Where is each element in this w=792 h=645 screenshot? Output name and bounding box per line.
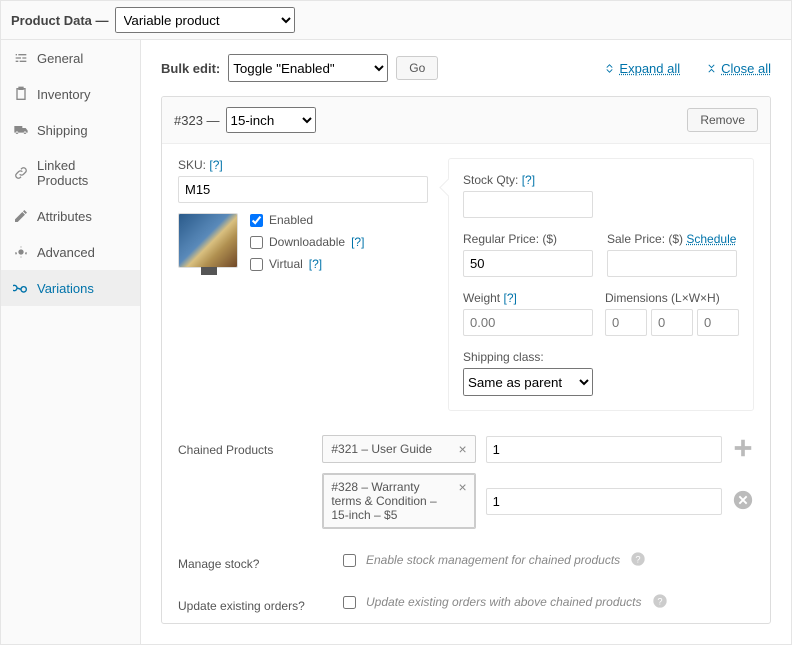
weight-input[interactable] [463,309,593,336]
stock-qty-input[interactable] [463,191,593,218]
sku-input[interactable] [178,176,428,203]
sidebar-item-shipping[interactable]: Shipping [1,112,140,148]
shipping-class-select[interactable]: Same as parent [463,368,593,396]
sidebar-item-label: Shipping [37,123,88,138]
product-type-select[interactable]: Variable product [115,7,295,33]
sidebar-item-label: Advanced [37,245,95,260]
enabled-checkbox-label[interactable]: Enabled [250,213,364,227]
sidebar-item-label: Variations [37,281,94,296]
regular-price-input[interactable] [463,250,593,277]
downloadable-checkbox-label[interactable]: Downloadable [?] [250,235,364,249]
sale-price-label: Sale Price: ($) Schedule [607,232,739,246]
manage-stock-label: Manage stock? [178,549,333,571]
sidebar-item-label: Attributes [37,209,92,224]
bulk-action-select[interactable]: Toggle "Enabled" [228,54,388,82]
chained-qty-input[interactable] [486,488,722,515]
stock-qty-label: Stock Qty: [?] [463,173,739,187]
dim-height-input[interactable] [697,309,739,336]
enabled-checkbox[interactable] [250,214,263,227]
variation-thumbnail[interactable] [178,213,238,268]
sale-price-input[interactable] [607,250,737,277]
sidebar-item-label: Linked Products [37,158,128,188]
chained-qty-input[interactable] [486,436,722,463]
update-orders-label: Update existing orders? [178,591,333,613]
sidebar: General Inventory Shipping Linked Produc… [1,40,141,644]
infinity-icon [13,280,29,296]
variation-attribute-select[interactable]: 15-inch [226,107,316,133]
panel-title: Product Data — [11,13,109,28]
close-all-link[interactable]: Close all [706,61,771,76]
sidebar-item-label: General [37,51,83,66]
truck-icon [13,122,29,138]
dimensions-label: Dimensions (L×W×H) [605,291,739,305]
chip-remove-icon[interactable]: × [452,442,466,456]
manage-stock-desc: Enable stock management for chained prod… [366,553,620,567]
svg-text:?: ? [657,596,662,606]
expand-icon [604,63,615,74]
weight-label: Weight [?] [463,291,593,305]
manage-stock-checkbox[interactable] [343,554,356,567]
help-icon[interactable]: [?] [522,173,535,187]
variation-id: #323 — [174,113,220,128]
expand-all-link[interactable]: Expand all [604,61,680,76]
update-orders-desc: Update existing orders with above chaine… [366,595,642,609]
help-icon[interactable]: [?] [209,158,222,172]
sidebar-item-variations[interactable]: Variations [1,270,140,306]
help-icon[interactable]: [?] [503,291,516,305]
remove-variation-button[interactable]: Remove [687,108,758,132]
bulk-edit-label: Bulk edit: [161,61,220,76]
sidebar-item-advanced[interactable]: Advanced [1,234,140,270]
regular-price-label: Regular Price: ($) [463,232,595,246]
chip-remove-icon[interactable]: × [452,480,466,494]
svg-text:?: ? [636,554,641,564]
update-orders-checkbox[interactable] [343,596,356,609]
help-icon[interactable]: ? [652,593,668,612]
sku-label: SKU: [?] [178,158,428,172]
help-icon[interactable]: [?] [351,235,364,249]
shipping-class-label: Shipping class: [463,350,739,364]
sidebar-item-inventory[interactable]: Inventory [1,76,140,112]
sliders-icon [13,50,29,66]
bulk-go-button[interactable]: Go [396,56,438,80]
sidebar-item-linked[interactable]: Linked Products [1,148,140,198]
remove-chained-button[interactable] [732,489,754,514]
plus-icon [732,437,754,459]
virtual-checkbox-label[interactable]: Virtual [?] [250,257,364,271]
dim-length-input[interactable] [605,309,647,336]
chained-product-chip[interactable]: #328 – Warranty terms & Condition – 15-i… [322,473,475,529]
add-chained-button[interactable] [732,437,754,462]
sidebar-item-general[interactable]: General [1,40,140,76]
downloadable-checkbox[interactable] [250,236,263,249]
pencil-icon [13,208,29,224]
gear-icon [13,244,29,260]
chained-product-chip[interactable]: #321 – User Guide× [322,435,475,463]
link-icon [13,165,29,181]
chained-products-label: Chained Products [178,435,312,457]
sidebar-item-label: Inventory [37,87,90,102]
schedule-link[interactable]: Schedule [686,232,736,246]
help-icon[interactable]: ? [630,551,646,570]
help-icon[interactable]: [?] [309,257,322,271]
sidebar-item-attributes[interactable]: Attributes [1,198,140,234]
dim-width-input[interactable] [651,309,693,336]
clipboard-icon [13,86,29,102]
x-circle-icon [732,489,754,511]
virtual-checkbox[interactable] [250,258,263,271]
collapse-icon [706,63,717,74]
